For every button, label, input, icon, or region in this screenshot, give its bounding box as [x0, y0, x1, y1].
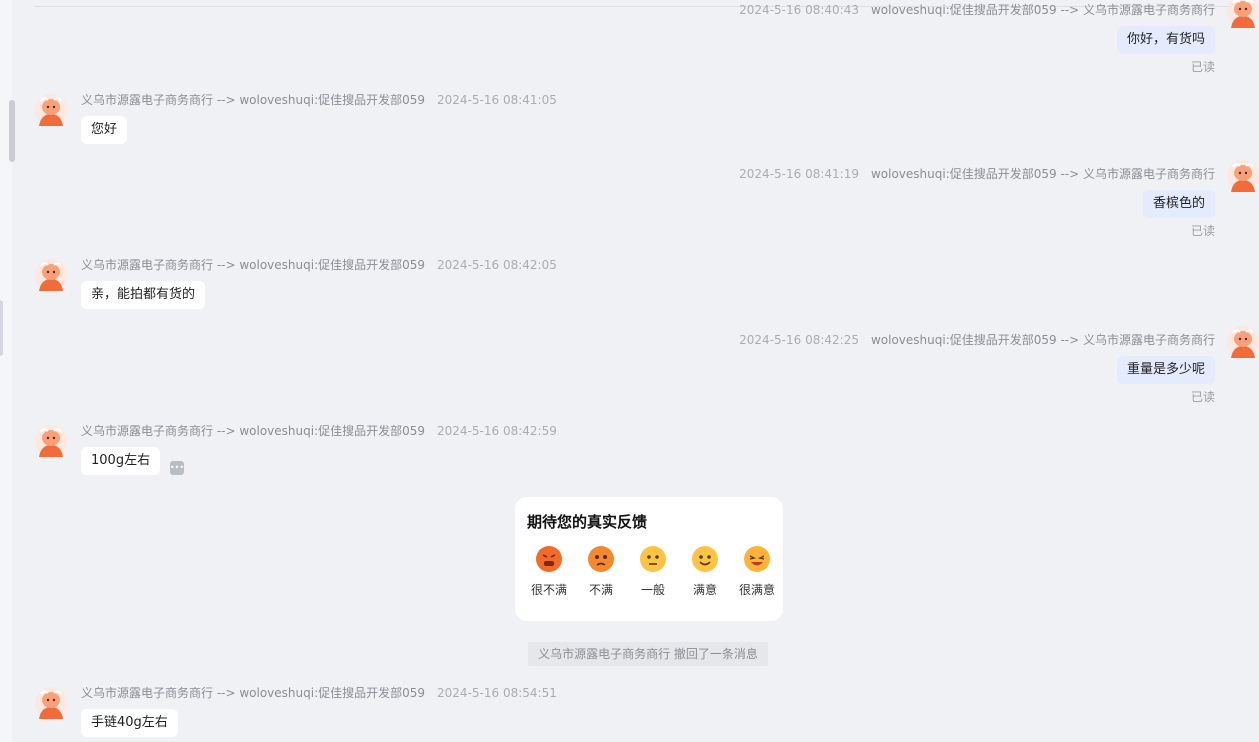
message-route: woloveshuqi:促佳搜品开发部059 --> 义乌市源露电子商务商行	[870, 167, 1215, 181]
message-incoming: 义乌市源露电子商务商行 --> woloveshuqi:促佳搜品开发部059 20…	[35, 685, 735, 742]
feedback-card: 期待您的真实反馈 很不满 不满 一般 满意 很满意	[515, 497, 783, 621]
message-meta: 义乌市源露电子商务商行 --> woloveshuqi:促佳搜品开发部059 20…	[81, 92, 557, 108]
feedback-label: 很不满	[530, 583, 567, 597]
avatar[interactable]	[1227, 324, 1259, 360]
message-outgoing: 2024-5-16 08:42:25 woloveshuqi:促佳搜品开发部059…	[559, 326, 1259, 404]
recall-notice: 义乌市源露电子商务商行 撤回了一条消息	[528, 642, 768, 666]
message-route: woloveshuqi:促佳搜品开发部059 --> 义乌市源露电子商务商行	[870, 3, 1215, 17]
satisfied-face-icon	[692, 546, 718, 572]
read-status: 已读	[1190, 390, 1215, 404]
message-bubble[interactable]: 你好，有货吗	[1116, 26, 1215, 54]
feedback-option-dissatisfied[interactable]: 不满	[579, 545, 623, 601]
message-bubble[interactable]: 香槟色的	[1142, 190, 1215, 218]
message-bubble[interactable]: 100g左右	[81, 447, 161, 475]
message-route: 义乌市源露电子商务商行 --> woloveshuqi:促佳搜品开发部059	[81, 424, 426, 438]
message-timestamp: 2024-5-16 08:42:59	[437, 424, 557, 438]
feedback-label: 很满意	[738, 583, 775, 597]
neutral-face-icon	[640, 546, 666, 572]
message-outgoing: 2024-5-16 08:40:43 woloveshuqi:促佳搜品开发部059…	[559, 0, 1259, 74]
feedback-label: 满意	[692, 583, 717, 597]
feedback-option-very-dissatisfied[interactable]: 很不满	[527, 545, 571, 601]
very-satisfied-face-icon	[744, 546, 770, 572]
message-incoming: 义乌市源露电子商务商行 --> woloveshuqi:促佳搜品开发部059 20…	[35, 92, 735, 152]
message-outgoing: 2024-5-16 08:41:19 woloveshuqi:促佳搜品开发部059…	[559, 160, 1259, 238]
avatar[interactable]	[35, 257, 67, 293]
avatar[interactable]	[35, 92, 67, 128]
avatar[interactable]	[1227, 0, 1259, 30]
message-timestamp: 2024-5-16 08:42:05	[437, 258, 557, 272]
message-route: 义乌市源露电子商务商行 --> woloveshuqi:促佳搜品开发部059	[81, 686, 426, 700]
message-incoming: 义乌市源露电子商务商行 --> woloveshuqi:促佳搜品开发部059 20…	[35, 423, 735, 483]
message-meta: 义乌市源露电子商务商行 --> woloveshuqi:促佳搜品开发部059 20…	[81, 685, 557, 701]
message-bubble[interactable]: 亲，能拍都有货的	[81, 281, 206, 309]
message-timestamp: 2024-5-16 08:41:05	[437, 93, 557, 107]
more-options-icon[interactable]: •••	[170, 461, 184, 475]
avatar[interactable]	[35, 423, 67, 459]
read-status: 已读	[1190, 60, 1215, 74]
message-bubble[interactable]: 手链40g左右	[81, 709, 178, 737]
side-panel-handle[interactable]	[0, 300, 3, 356]
message-meta: 2024-5-16 08:42:25 woloveshuqi:促佳搜品开发部059…	[739, 332, 1215, 348]
chat-message-list[interactable]: 2024-5-16 08:40:43 woloveshuqi:促佳搜品开发部059…	[15, 0, 1259, 742]
message-route: 义乌市源露电子商务商行 --> woloveshuqi:促佳搜品开发部059	[81, 93, 426, 107]
feedback-label: 一般	[640, 583, 665, 597]
feedback-title: 期待您的真实反馈	[527, 513, 648, 531]
feedback-option-neutral[interactable]: 一般	[631, 545, 675, 601]
message-bubble[interactable]: 您好	[81, 116, 128, 144]
read-status: 已读	[1190, 224, 1215, 238]
avatar[interactable]	[35, 685, 67, 721]
dissatisfied-face-icon	[588, 546, 614, 572]
message-meta: 2024-5-16 08:41:19 woloveshuqi:促佳搜品开发部059…	[739, 166, 1215, 182]
avatar[interactable]	[1227, 158, 1259, 194]
feedback-option-very-satisfied[interactable]: 很满意	[735, 545, 779, 601]
message-timestamp: 2024-5-16 08:54:51	[437, 686, 557, 700]
message-meta: 义乌市源露电子商务商行 --> woloveshuqi:促佳搜品开发部059 20…	[81, 257, 557, 273]
message-incoming: 义乌市源露电子商务商行 --> woloveshuqi:促佳搜品开发部059 20…	[35, 257, 735, 317]
message-route: woloveshuqi:促佳搜品开发部059 --> 义乌市源露电子商务商行	[870, 333, 1215, 347]
very-dissatisfied-face-icon	[536, 546, 562, 572]
feedback-options: 很不满 不满 一般 满意 很满意	[527, 545, 775, 605]
feedback-label: 不满	[588, 583, 613, 597]
message-bubble[interactable]: 重量是多少呢	[1116, 356, 1215, 384]
message-meta: 义乌市源露电子商务商行 --> woloveshuqi:促佳搜品开发部059 20…	[81, 423, 557, 439]
message-meta: 2024-5-16 08:40:43 woloveshuqi:促佳搜品开发部059…	[739, 2, 1215, 18]
message-timestamp: 2024-5-16 08:40:43	[739, 3, 859, 17]
message-timestamp: 2024-5-16 08:41:19	[739, 167, 859, 181]
message-route: 义乌市源露电子商务商行 --> woloveshuqi:促佳搜品开发部059	[81, 258, 426, 272]
message-timestamp: 2024-5-16 08:42:25	[739, 333, 859, 347]
feedback-option-satisfied[interactable]: 满意	[683, 545, 727, 601]
